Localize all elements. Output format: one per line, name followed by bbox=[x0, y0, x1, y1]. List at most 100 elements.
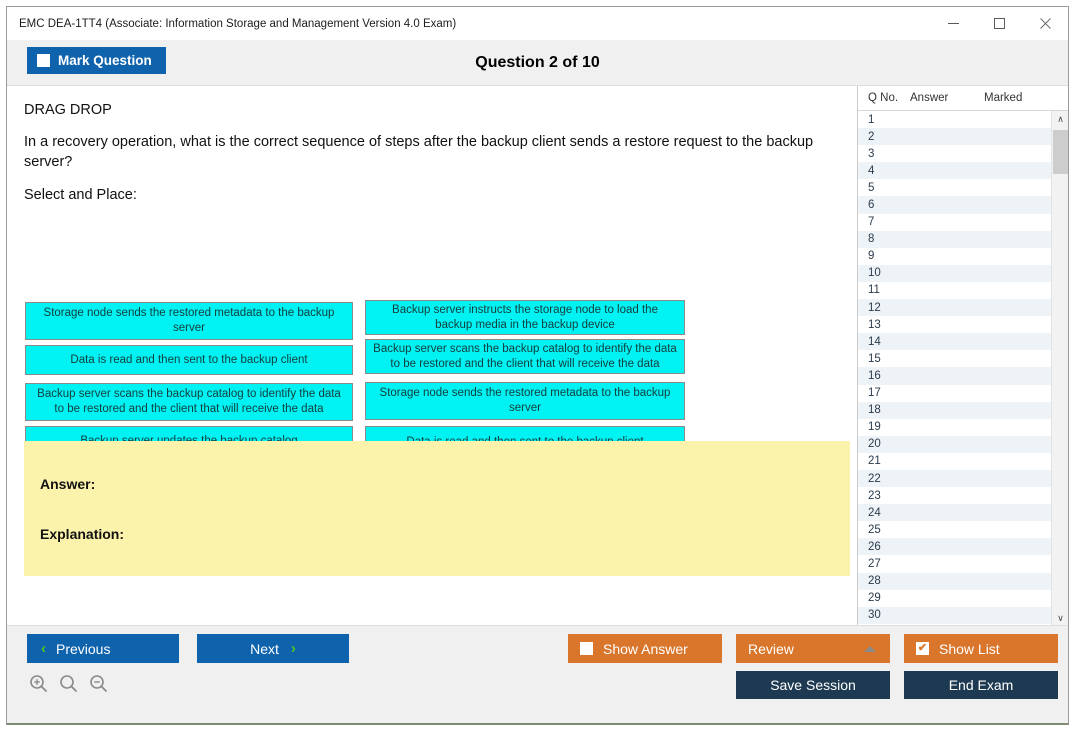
question-list-row[interactable]: 24 bbox=[858, 504, 1052, 522]
question-list-scrollbar[interactable]: ∧ ∨ bbox=[1051, 111, 1068, 627]
show-answer-checkbox[interactable] bbox=[580, 642, 593, 655]
question-list-row[interactable]: 25 bbox=[858, 521, 1052, 539]
question-list-row[interactable]: 20 bbox=[858, 435, 1052, 453]
bottom-toolbar: ‹ Previous Next › Show Answer Review ✔ S… bbox=[7, 625, 1068, 723]
question-number: 21 bbox=[868, 455, 881, 468]
answer-label: Answer: bbox=[40, 476, 96, 492]
question-number: 9 bbox=[868, 250, 875, 263]
save-session-label: Save Session bbox=[770, 677, 856, 693]
question-list-row[interactable]: 13 bbox=[858, 316, 1052, 334]
question-list-row[interactable]: 15 bbox=[858, 350, 1052, 368]
question-list-row[interactable]: 27 bbox=[858, 555, 1052, 573]
zoom-in-icon[interactable] bbox=[29, 674, 48, 693]
question-list-row[interactable]: 5 bbox=[858, 179, 1052, 197]
drop-slot-right-1[interactable]: Backup server instructs the storage node… bbox=[365, 300, 685, 335]
maximize-icon bbox=[993, 18, 1005, 29]
scrollbar-thumb[interactable] bbox=[1053, 130, 1068, 174]
question-number: 17 bbox=[868, 387, 881, 400]
drag-option-left-2[interactable]: Data is read and then sent to the backup… bbox=[25, 345, 353, 375]
exam-application-window: EMC DEA-1TT4 (Associate: Information Sto… bbox=[6, 6, 1069, 725]
question-list-row[interactable]: 23 bbox=[858, 487, 1052, 505]
question-list-row[interactable]: 2 bbox=[858, 128, 1052, 146]
question-number: 1 bbox=[868, 113, 875, 126]
question-number: 2 bbox=[868, 130, 875, 143]
question-list-row[interactable]: 16 bbox=[858, 367, 1052, 385]
question-list-row[interactable]: 6 bbox=[858, 196, 1052, 214]
explanation-label: Explanation: bbox=[40, 526, 125, 542]
show-list-checkbox[interactable]: ✔ bbox=[916, 642, 929, 655]
question-list-rows: 1 2 3 4 5 6 7 8 9 10 11 12 13 14 15 16 17 18 19 20 21 22 23 24 2… bbox=[858, 111, 1052, 627]
title-bar: EMC DEA-1TT4 (Associate: Information Sto… bbox=[7, 7, 1068, 40]
question-content-area: DRAG DROP In a recovery operation, what … bbox=[7, 86, 859, 627]
question-list-row[interactable]: 30 bbox=[858, 606, 1052, 624]
column-header-answer: Answer bbox=[910, 92, 949, 104]
show-list-button[interactable]: ✔ Show List bbox=[904, 634, 1058, 663]
question-list-row[interactable]: 28 bbox=[858, 572, 1052, 590]
question-counter: Question 2 of 10 bbox=[475, 54, 600, 71]
mark-question-label: Mark Question bbox=[58, 53, 152, 68]
question-number: 7 bbox=[868, 216, 875, 229]
show-answer-button[interactable]: Show Answer bbox=[568, 634, 722, 663]
question-list-row[interactable]: 9 bbox=[858, 247, 1052, 265]
drop-slot-right-2[interactable]: Backup server scans the backup catalog t… bbox=[365, 339, 685, 374]
mark-question-checkbox[interactable] bbox=[37, 54, 50, 67]
question-number: 6 bbox=[868, 199, 875, 212]
question-list-header: Q No. Answer Marked bbox=[858, 86, 1068, 111]
minimize-button[interactable] bbox=[930, 7, 976, 40]
question-list-panel: Q No. Answer Marked 1 2 3 4 5 6 7 8 9 10 11 12 13 14 1… bbox=[857, 86, 1068, 627]
header-bar: Mark Question Question 2 of 10 bbox=[7, 40, 1068, 86]
drag-option-left-3[interactable]: Backup server scans the backup catalog t… bbox=[25, 383, 353, 421]
question-list-row[interactable]: 7 bbox=[858, 213, 1052, 231]
question-number: 11 bbox=[868, 284, 880, 297]
question-list-row[interactable]: 18 bbox=[858, 401, 1052, 419]
question-list-row[interactable]: 11 bbox=[858, 281, 1052, 300]
close-button[interactable] bbox=[1022, 7, 1068, 40]
question-list-row[interactable]: 17 bbox=[858, 384, 1052, 402]
question-number: 26 bbox=[868, 540, 881, 553]
question-number: 5 bbox=[868, 181, 875, 194]
scroll-up-icon[interactable]: ∧ bbox=[1052, 111, 1068, 128]
question-number: 30 bbox=[868, 609, 881, 622]
question-list-row[interactable]: 21 bbox=[858, 452, 1052, 470]
question-number: 15 bbox=[868, 352, 881, 365]
question-list-row[interactable]: 19 bbox=[858, 418, 1052, 436]
question-number: 23 bbox=[868, 489, 881, 502]
column-header-marked: Marked bbox=[984, 92, 1023, 104]
end-exam-button[interactable]: End Exam bbox=[904, 671, 1058, 699]
question-list-row[interactable]: 22 bbox=[858, 469, 1052, 488]
mark-question-button[interactable]: Mark Question bbox=[27, 47, 166, 74]
next-button[interactable]: Next › bbox=[197, 634, 349, 663]
question-number: 12 bbox=[868, 301, 881, 314]
previous-button[interactable]: ‹ Previous bbox=[27, 634, 179, 663]
review-label: Review bbox=[748, 640, 794, 657]
question-number: 4 bbox=[868, 164, 875, 177]
question-number: 16 bbox=[868, 369, 881, 382]
question-list-row[interactable]: 10 bbox=[858, 264, 1052, 282]
answer-explanation-panel: Answer: Explanation: bbox=[24, 441, 850, 576]
drop-slot-right-3[interactable]: Storage node sends the restored metadata… bbox=[365, 382, 685, 420]
question-list-row[interactable]: 8 bbox=[858, 230, 1052, 248]
question-number: 22 bbox=[868, 472, 881, 485]
question-list-row[interactable]: 1 bbox=[858, 111, 1052, 129]
question-number: 18 bbox=[868, 404, 881, 417]
drag-option-left-1[interactable]: Storage node sends the restored metadata… bbox=[25, 302, 353, 340]
chevron-up-icon bbox=[864, 645, 876, 652]
save-session-button[interactable]: Save Session bbox=[736, 671, 890, 699]
question-list-row[interactable]: 26 bbox=[858, 538, 1052, 556]
question-list-row[interactable]: 14 bbox=[858, 333, 1052, 351]
question-number: 19 bbox=[868, 421, 881, 434]
zoom-out-icon[interactable] bbox=[89, 674, 108, 693]
close-icon bbox=[1039, 18, 1051, 29]
zoom-reset-icon[interactable] bbox=[59, 674, 78, 693]
question-list-row[interactable]: 12 bbox=[858, 299, 1052, 317]
show-answer-label: Show Answer bbox=[603, 640, 688, 657]
question-list-row[interactable]: 4 bbox=[858, 162, 1052, 180]
question-list-row[interactable]: 29 bbox=[858, 589, 1052, 607]
question-list-row[interactable]: 3 bbox=[858, 145, 1052, 163]
review-dropdown-button[interactable]: Review bbox=[736, 634, 890, 663]
column-header-qno: Q No. bbox=[868, 92, 899, 104]
maximize-button[interactable] bbox=[976, 7, 1022, 40]
question-number: 10 bbox=[868, 267, 881, 280]
question-number: 14 bbox=[868, 335, 881, 348]
next-label: Next bbox=[250, 640, 279, 657]
